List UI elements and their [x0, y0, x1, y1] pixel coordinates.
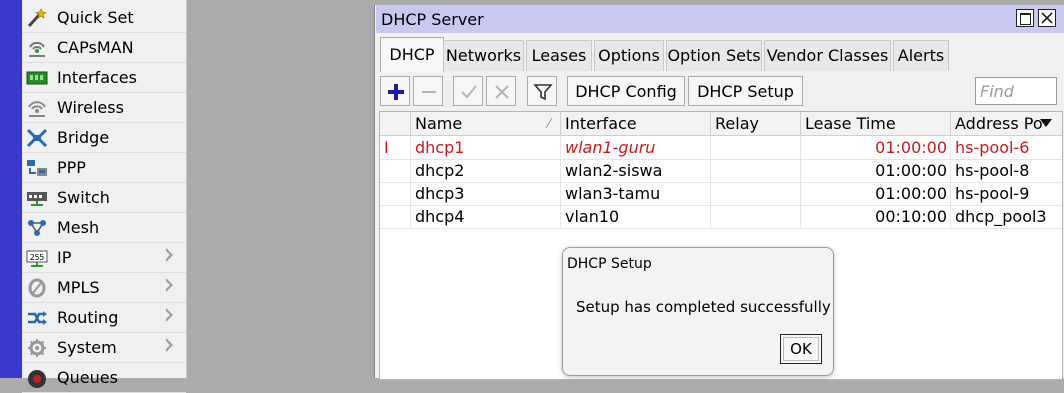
sidebar-item-bridge[interactable]: Bridge [22, 123, 186, 153]
sidebar-item-wireless[interactable]: Wireless [22, 93, 186, 123]
submenu-arrow-icon [165, 308, 173, 322]
sidebar-item-label: Quick Set [57, 8, 134, 27]
dhcp-config-button[interactable]: DHCP Config [567, 76, 685, 106]
sidebar-item-label: Routing [57, 308, 119, 327]
routing-icon [26, 308, 48, 328]
sidebar-item-label: Switch [57, 188, 110, 207]
check-icon [461, 85, 477, 99]
dialog-message: Setup has completed successfully [576, 298, 831, 316]
sidebar-item-ppp[interactable]: PPP [22, 153, 186, 183]
mesh-icon [26, 218, 48, 238]
capsman-icon [26, 38, 48, 58]
sidebar-item-interfaces[interactable]: Interfaces [22, 63, 186, 93]
table-row[interactable]: dhcp4 vlan10 00:10:00 dhcp_pool3 [380, 205, 1062, 229]
window-titlebar[interactable]: DHCP Server [376, 5, 1064, 33]
filter-button[interactable] [527, 76, 557, 106]
submenu-arrow-icon [165, 338, 173, 352]
ppp-icon [26, 158, 48, 178]
sidebar-item-label: Mesh [57, 218, 100, 237]
dhcp-setup-button[interactable]: DHCP Setup [688, 76, 803, 106]
x-icon [495, 85, 509, 99]
find-input[interactable]: Find [975, 77, 1057, 105]
table-row[interactable]: dhcp2 wlan2-siswa 01:00:00 hs-pool-8 [380, 159, 1062, 183]
mpls-icon [26, 278, 48, 298]
sort-indicator-icon [545, 117, 553, 129]
bridge-icon [26, 128, 48, 148]
sidebar-item-quick-set[interactable]: Quick Set [22, 3, 186, 33]
queues-icon [26, 368, 48, 388]
table-row[interactable]: I dhcp1 wlan1-guru 01:00:00 hs-pool-6 [380, 136, 1062, 160]
sidebar-item-ip[interactable]: 255 IP [22, 243, 186, 273]
tab-leases[interactable]: Leases [526, 40, 592, 71]
table-row[interactable]: dhcp3 wlan3-tamu 01:00:00 hs-pool-9 [380, 182, 1062, 206]
system-icon [26, 338, 48, 358]
ok-button[interactable]: OK [780, 334, 822, 364]
svg-text:255: 255 [30, 253, 45, 262]
filter-icon [533, 84, 553, 101]
sidebar-item-label: MPLS [57, 278, 100, 297]
tab-vendor-classes[interactable]: Vendor Classes [764, 40, 891, 71]
submenu-arrow-icon [165, 278, 173, 292]
dhcp-setup-dialog: DHCP Setup Setup has completed successfu… [562, 247, 834, 376]
minus-icon [422, 91, 436, 93]
sidebar-item-routing[interactable]: Routing [22, 303, 186, 333]
interfaces-icon [26, 68, 48, 88]
submenu-arrow-icon [165, 248, 173, 262]
sidebar-item-label: Wireless [57, 98, 124, 117]
remove-button[interactable] [413, 76, 443, 106]
window-title: DHCP Server [381, 10, 484, 29]
sidebar-item-mesh[interactable]: Mesh [22, 213, 186, 243]
tab-alerts[interactable]: Alerts [893, 40, 949, 71]
ip-icon: 255 [26, 248, 48, 268]
sidebar-item-system[interactable]: System [22, 333, 186, 363]
sidebar-item-label: System [57, 338, 117, 357]
sidebar-item-switch[interactable]: Switch [22, 183, 186, 213]
disable-button[interactable] [486, 76, 516, 106]
sidebar-item-mpls[interactable]: MPLS [22, 273, 186, 303]
column-header-relay[interactable]: Relay [711, 112, 801, 135]
flag-column-header[interactable] [380, 112, 411, 135]
tab-options[interactable]: Options [594, 40, 664, 71]
left-color-strip [0, 0, 22, 378]
wireless-icon [26, 98, 48, 118]
table-header: Name Interface Relay Lease Time Address … [380, 112, 1062, 136]
sidebar-item-label: Bridge [57, 128, 110, 147]
close-icon[interactable] [1038, 9, 1056, 27]
sidebar-item-queues[interactable]: Queues [22, 363, 186, 393]
switch-icon [26, 188, 48, 208]
enable-button[interactable] [453, 76, 483, 106]
add-button[interactable] [380, 76, 410, 106]
tab-networks[interactable]: Networks [443, 40, 524, 71]
column-header-address-pool[interactable]: Address Po [951, 112, 1062, 135]
column-header-interface[interactable]: Interface [561, 112, 711, 135]
sidebar: Quick Set CAPsMAN Interfaces Wireless Br… [22, 0, 187, 393]
column-menu-icon[interactable] [1040, 119, 1052, 127]
sidebar-item-label: IP [57, 248, 72, 267]
quick-set-icon [26, 8, 48, 28]
column-header-lease-time[interactable]: Lease Time [801, 112, 951, 135]
plus-icon [388, 84, 404, 100]
sidebar-item-label: CAPsMAN [57, 38, 134, 57]
dialog-title: DHCP Setup [567, 256, 652, 272]
restore-icon[interactable] [1016, 9, 1034, 27]
tab-option-sets[interactable]: Option Sets [666, 40, 762, 71]
sidebar-item-label: PPP [57, 158, 86, 177]
sidebar-item-label: Interfaces [57, 68, 137, 87]
column-header-name[interactable]: Name [411, 112, 561, 135]
tab-dhcp[interactable]: DHCP [380, 37, 444, 72]
sidebar-item-capsman[interactable]: CAPsMAN [22, 33, 186, 63]
